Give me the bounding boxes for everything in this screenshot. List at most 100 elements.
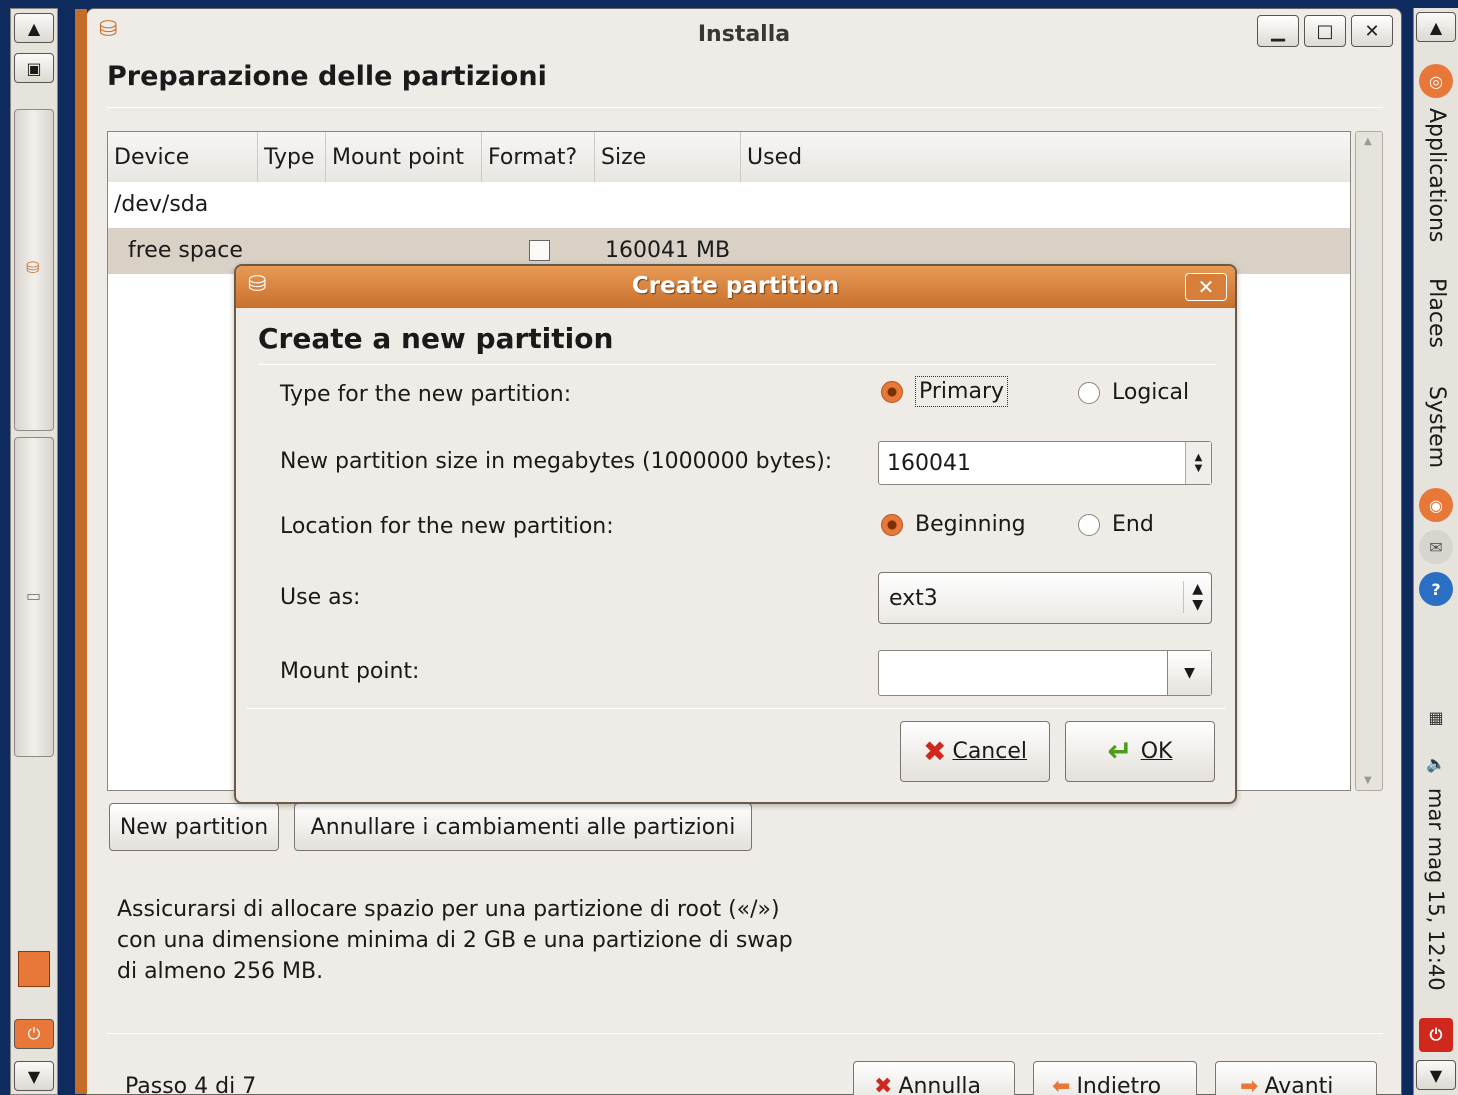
column-type[interactable]: Type	[258, 132, 326, 182]
dialog-cancel-button[interactable]: ✖ Cancel	[900, 721, 1050, 782]
new-partition-button[interactable]: New partition	[109, 803, 279, 851]
dialog-ok-label: OK	[1140, 739, 1173, 764]
applications-menu[interactable]: Applications	[1424, 108, 1449, 242]
radio-end[interactable]: End	[1078, 512, 1154, 537]
device-cell: /dev/sda	[114, 192, 209, 217]
show-desktop-icon: ▣	[26, 58, 42, 78]
network-icon[interactable]: ▦	[1419, 700, 1453, 734]
partition-size-spinbutton[interactable]: 160041 ▲ ▼	[878, 441, 1212, 485]
scroll-up-arrow-icon: ▲	[1364, 136, 1372, 147]
create-partition-dialog: ⛁ Create partition ✕ Create a new partit…	[234, 264, 1237, 804]
maximize-button[interactable]: □	[1304, 15, 1346, 47]
radio-beginning[interactable]: Beginning	[881, 512, 1026, 537]
cancel-x-icon: ✖	[923, 735, 947, 768]
dialog-button-divider	[246, 708, 1226, 709]
left-side-panel: ▲ ▣ ⛁ ▭ ⏻ ▼	[10, 8, 58, 1095]
forward-label: Avanti	[1264, 1073, 1334, 1095]
radio-logical-label: Logical	[1112, 380, 1190, 405]
dialog-title: Create partition	[631, 273, 840, 299]
annulla-button[interactable]: ✖ Annulla	[853, 1061, 1015, 1095]
back-button[interactable]: ⬅ Indietro	[1033, 1061, 1197, 1095]
close-icon: ✕	[1364, 20, 1380, 42]
arrow-up-icon: ▲	[1429, 17, 1443, 37]
table-row[interactable]: /dev/sda	[108, 182, 1350, 228]
dialog-cancel-label: Cancel	[952, 739, 1027, 764]
minimize-button[interactable]: ▁	[1257, 15, 1299, 47]
radio-end-label: End	[1112, 512, 1154, 537]
table-header-row: Device Type Mount point Format? Size Use…	[108, 132, 1350, 182]
show-desktop-button[interactable]: ▣	[14, 53, 54, 83]
workspace-icon: ▭	[26, 586, 42, 605]
volume-icon[interactable]: 🔈	[1419, 746, 1453, 780]
dialog-close-button[interactable]: ✕	[1185, 273, 1227, 301]
window-title: Installa	[697, 22, 791, 47]
trash-bin-icon: ⏻	[27, 1024, 41, 1043]
ok-return-arrow-icon: ↵	[1107, 734, 1133, 769]
forward-arrow-icon: ➡	[1240, 1073, 1259, 1095]
footer-divider	[107, 1033, 1383, 1034]
column-device[interactable]: Device	[108, 132, 258, 182]
heading-divider	[107, 107, 1383, 108]
radio-primary[interactable]: Primary	[881, 376, 1009, 407]
clock[interactable]: mar mag 15, 12:40	[1424, 788, 1448, 991]
annulla-label: Annulla	[898, 1073, 982, 1095]
partition-hint-text: Assicurarsi di allocare spazio per una p…	[117, 897, 793, 984]
partition-size-label: New partition size in megabytes (1000000…	[280, 449, 833, 474]
system-menu[interactable]: System	[1424, 386, 1449, 468]
page-title: Preparazione delle partizioni	[107, 61, 547, 92]
mount-point-label: Mount point:	[280, 659, 420, 684]
right-panel-scroll-down[interactable]: ▼	[1416, 1060, 1456, 1090]
dialog-heading: Create a new partition	[258, 322, 614, 355]
location-label: Location for the new partition:	[280, 514, 614, 539]
arrow-up-icon: ▲	[27, 18, 41, 38]
panel-scroll-up-button[interactable]: ▲	[14, 13, 54, 43]
column-mount-point[interactable]: Mount point	[326, 132, 482, 182]
column-size[interactable]: Size	[595, 132, 741, 182]
updown-arrows-icon: ▲ ▼	[1183, 581, 1203, 613]
close-icon: ✕	[1197, 275, 1215, 299]
scroll-down-arrow-icon: ▼	[1364, 775, 1372, 786]
installer-icon: ⛁	[26, 258, 40, 277]
dialog-heading-divider	[258, 364, 1216, 365]
radio-beginning-label: Beginning	[915, 512, 1026, 537]
mount-point-combo-entry[interactable]: ▼	[878, 650, 1212, 696]
dialog-titlebar[interactable]: ⛁ Create partition ✕	[236, 266, 1235, 308]
spin-arrows-icon[interactable]: ▲ ▼	[1185, 442, 1211, 484]
column-format[interactable]: Format?	[482, 132, 595, 182]
help-icon[interactable]: ?	[1419, 572, 1453, 606]
places-menu[interactable]: Places	[1424, 278, 1449, 348]
use-as-label: Use as:	[280, 585, 361, 610]
taskbar-item-installer[interactable]: ⛁	[14, 109, 54, 431]
radio-checked-icon	[881, 380, 903, 403]
trash-icon[interactable]	[18, 951, 50, 987]
firefox-icon[interactable]: ◉	[1419, 488, 1453, 522]
table-scrollbar[interactable]: ▲ ▼	[1355, 131, 1383, 791]
device-cell: free space	[128, 238, 243, 263]
undo-partition-changes-button[interactable]: Annullare i cambiamenti alle partizioni	[294, 803, 752, 851]
radio-unchecked-icon	[1078, 513, 1100, 536]
radio-unchecked-icon	[1078, 381, 1100, 404]
use-as-value: ext3	[889, 585, 938, 611]
right-panel-scroll-up[interactable]: ▲	[1416, 12, 1456, 42]
arrow-down-icon: ▼	[27, 1066, 41, 1086]
dialog-ok-button[interactable]: ↵ OK	[1065, 721, 1215, 782]
workspace-switcher[interactable]: ▭	[14, 437, 54, 757]
column-used[interactable]: Used	[741, 132, 1350, 182]
radio-primary-label: Primary	[915, 376, 1009, 407]
dropdown-arrow-icon[interactable]: ▼	[1167, 651, 1211, 695]
close-button[interactable]: ✕	[1351, 15, 1393, 47]
maximize-icon: □	[1316, 20, 1334, 42]
mail-icon[interactable]: ✉	[1419, 530, 1453, 564]
cancel-x-icon: ✖	[874, 1073, 893, 1095]
format-checkbox[interactable]	[529, 240, 550, 261]
back-arrow-icon: ⬅	[1052, 1073, 1071, 1095]
forward-button[interactable]: ➡ Avanti	[1215, 1061, 1377, 1095]
minimize-icon: ▁	[1271, 20, 1285, 42]
shutdown-icon[interactable]: ⏻	[1419, 1018, 1453, 1052]
panel-scroll-down-button[interactable]: ▼	[14, 1061, 54, 1091]
radio-logical[interactable]: Logical	[1078, 380, 1189, 405]
power-button[interactable]: ⏻	[14, 1019, 54, 1049]
use-as-combobox[interactable]: ext3 ▲ ▼	[878, 572, 1212, 624]
step-indicator: Passo 4 di 7	[125, 1074, 257, 1095]
window-titlebar[interactable]: ⛁ Installa ▁ □ ✕	[87, 9, 1401, 49]
